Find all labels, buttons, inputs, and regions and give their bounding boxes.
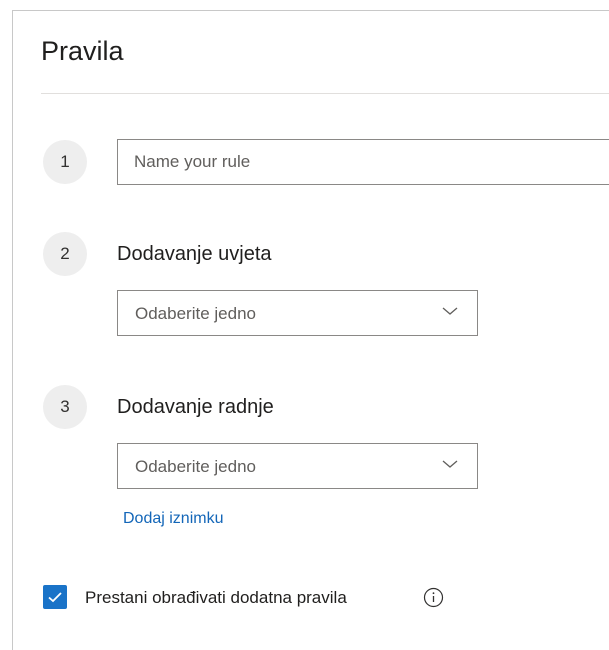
condition-dropdown[interactable]: Odaberite jedno	[117, 290, 478, 336]
action-dropdown[interactable]: Odaberite jedno	[117, 443, 478, 489]
step-number-2: 2	[43, 232, 87, 276]
info-icon[interactable]	[423, 587, 444, 608]
add-action-label: Dodavanje radnje	[117, 396, 274, 418]
chevron-down-icon	[442, 460, 458, 468]
title-divider	[41, 93, 609, 94]
stop-processing-checkbox[interactable]	[43, 585, 67, 609]
page-title: Pravila	[41, 36, 124, 66]
chevron-down-icon	[442, 307, 458, 315]
add-condition-label: Dodavanje uvjeta	[117, 243, 272, 265]
action-dropdown-value: Odaberite jedno	[135, 457, 256, 476]
add-exception-link[interactable]: Dodaj iznimku	[123, 509, 223, 529]
step-number-1: 1	[43, 140, 87, 184]
condition-dropdown-value: Odaberite jedno	[135, 304, 256, 323]
checkmark-icon	[48, 592, 62, 603]
rules-panel: Pravila 1 2 Dodavanje uvjeta Odaberite j…	[12, 10, 609, 650]
rule-name-input[interactable]	[117, 139, 609, 185]
stop-processing-label: Prestani obrađivati dodatna pravila	[85, 588, 347, 607]
step-number-3: 3	[43, 385, 87, 429]
